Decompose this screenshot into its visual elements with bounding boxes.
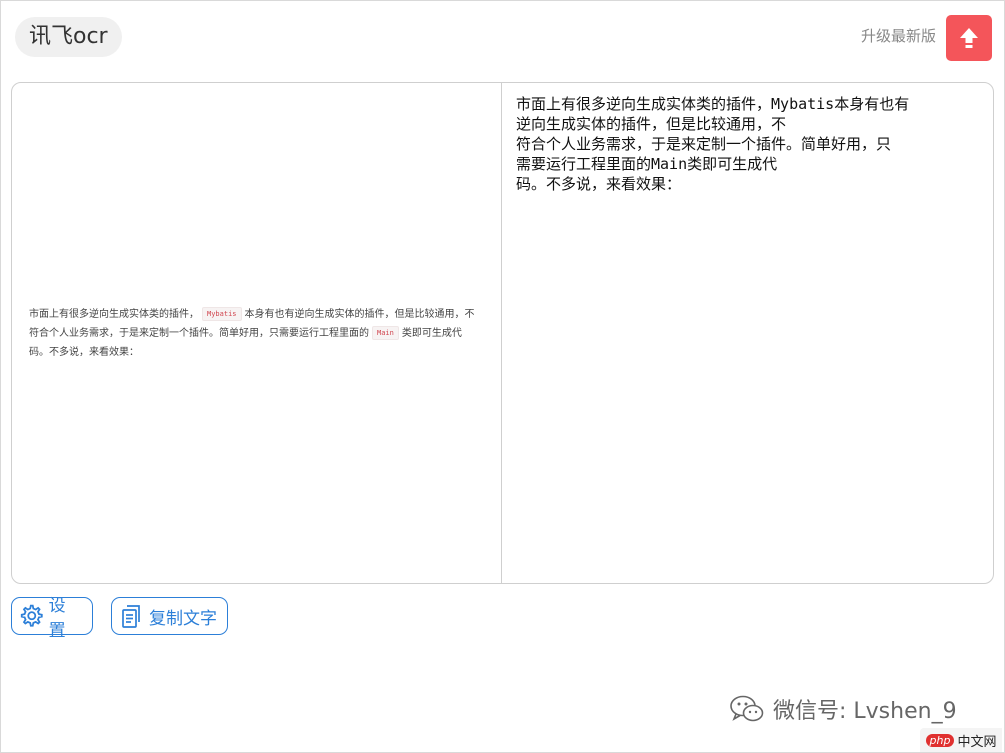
ocr-panels: 市面上有很多逆向生成实体类的插件， Mybatis 本身有也有逆向生成实体的插件，但… xyxy=(11,82,994,584)
source-text: 市面上有很多逆向生成实体类的插件， xyxy=(29,309,199,320)
site-name: 中文网 xyxy=(957,734,997,750)
upload-button[interactable] xyxy=(946,15,992,61)
recognized-text[interactable]: 市面上有很多逆向生成实体类的插件，Mybatis本身有也有 逆向生成实体的插件，… xyxy=(516,94,983,194)
source-line: 码。不多说，来看效果： xyxy=(29,343,484,362)
source-text: 符合个人业务需求，于是来定制一个插件。简单好用，只需要运行工程里面的 xyxy=(29,328,369,339)
watermark-text: 微信号: Lvshen_9 xyxy=(773,699,957,724)
source-image-panel: 市面上有很多逆向生成实体类的插件， Mybatis 本身有也有逆向生成实体的插件，但… xyxy=(12,83,502,583)
php-cn-badge: php 中文网 xyxy=(920,728,1002,752)
settings-label: 设置 xyxy=(48,596,66,641)
copy-label: 复制文字 xyxy=(149,608,217,629)
app-window: 讯飞ocr 升级最新版 市面上有很多逆向生成实体类的插件， Mybatis 本身有也… xyxy=(0,0,1005,753)
copy-text-button[interactable]: 复制文字 xyxy=(111,597,228,635)
copy-icon xyxy=(122,605,140,628)
arrow-up-icon xyxy=(960,28,978,48)
result-text-panel[interactable]: 市面上有很多逆向生成实体类的插件，Mybatis本身有也有 逆向生成实体的插件，… xyxy=(502,83,993,583)
wechat-icon xyxy=(730,695,764,722)
source-text: 码。不多说，来看效果： xyxy=(29,347,139,358)
settings-button[interactable]: 设置 xyxy=(11,596,93,641)
app-title: 讯飞ocr xyxy=(15,17,122,57)
code-tag: Mybatis xyxy=(202,307,242,321)
code-tag: Main xyxy=(372,326,399,340)
source-line: 市面上有很多逆向生成实体类的插件， Mybatis 本身有也有逆向生成实体的插件，但… xyxy=(29,305,484,324)
wechat-watermark: 微信号: Lvshen_9 xyxy=(729,693,957,725)
source-text: 本身有也有逆向生成实体的插件，但是比较通用，不 xyxy=(244,309,475,320)
upgrade-link[interactable]: 升级最新版 xyxy=(861,26,936,46)
source-line: 符合个人业务需求，于是来定制一个插件。简单好用，只需要运行工程里面的 Main 类即… xyxy=(29,324,484,343)
php-logo-text: php xyxy=(925,733,955,747)
source-image: 市面上有很多逆向生成实体类的插件， Mybatis 本身有也有逆向生成实体的插件，但… xyxy=(29,305,484,362)
source-text: 类即可生成代 xyxy=(401,328,462,339)
gear-icon xyxy=(20,604,43,627)
